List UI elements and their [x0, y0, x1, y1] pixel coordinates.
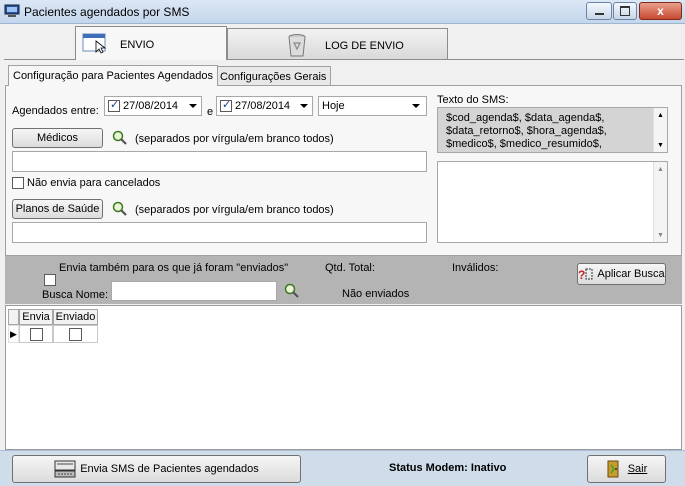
- sms-tags-line: $cod_agenda$, $data_agenda$,: [446, 112, 605, 124]
- status-modem: Status Modem: Inativo: [389, 462, 507, 474]
- search-icon[interactable]: [111, 129, 129, 147]
- table-cell-enviado[interactable]: [53, 325, 98, 343]
- sms-tags-text: $cod_agenda$, $data_agenda$, $data_retor…: [446, 112, 607, 151]
- date-from-picker[interactable]: 27/08/2014: [104, 96, 202, 116]
- date-to-checkbox[interactable]: [220, 98, 232, 112]
- nao-enviados-label: Não enviados: [342, 288, 410, 300]
- chevron-down-icon: [412, 104, 420, 108]
- subtab-configuracao-agendados[interactable]: Configuração para Pacientes Agendados: [8, 65, 218, 86]
- search-icon[interactable]: [283, 282, 301, 300]
- patients-grid[interactable]: Envia Enviado ▶: [5, 305, 682, 450]
- tab-envio[interactable]: ENVIO: [75, 26, 227, 60]
- column-header-envia[interactable]: Envia: [19, 309, 53, 325]
- texto-sms-label: Texto do SMS:: [437, 94, 509, 106]
- row-pointer-icon: ▶: [10, 328, 17, 339]
- date-to-value: 27/08/2014: [235, 100, 291, 112]
- period-value: Hoje: [322, 100, 345, 112]
- column-header-enviado[interactable]: Enviado: [53, 309, 98, 325]
- subtab-configuracoes-gerais[interactable]: Configurações Gerais: [215, 66, 332, 86]
- planos-hint: (separados por vírgula/em branco todos): [135, 204, 334, 216]
- subtab-gerais-label: Configurações Gerais: [220, 70, 327, 83]
- app-icon: [4, 4, 20, 17]
- date-from-checkbox[interactable]: [108, 98, 120, 112]
- scroll-down-icon: ▼: [657, 142, 664, 149]
- sms-message-input[interactable]: ▲ ▼: [437, 161, 668, 243]
- period-select[interactable]: Hoje: [318, 96, 427, 116]
- tab-log-label: LOG DE ENVIO: [325, 40, 404, 52]
- envia-sms-button[interactable]: Envia SMS de Pacientes agendados: [12, 455, 301, 483]
- sms-tags-scrollbar[interactable]: ▲ ▼: [653, 108, 667, 152]
- search-icon[interactable]: [111, 200, 129, 218]
- medicos-button[interactable]: Médicos: [12, 128, 103, 148]
- chevron-down-icon: [300, 104, 308, 108]
- exit-door-icon: [607, 460, 619, 478]
- sair-label: Sair: [627, 463, 648, 475]
- envia-tambem-label: Envia também para os que já foram "envia…: [59, 262, 289, 274]
- minimize-button[interactable]: [586, 2, 612, 20]
- envia-tambem-checkbox[interactable]: [44, 274, 56, 286]
- scroll-up-icon: ▲: [657, 112, 664, 119]
- envia-checkbox[interactable]: [29, 327, 43, 341]
- tab-log-de-envio[interactable]: LOG DE ENVIO: [227, 28, 448, 60]
- medicos-input[interactable]: [12, 151, 427, 172]
- planos-input[interactable]: [12, 222, 427, 243]
- column-header-label: Enviado: [55, 311, 96, 323]
- agendados-entre-label: Agendados entre:: [12, 105, 99, 117]
- trash-icon: [288, 34, 306, 57]
- aplicar-busca-button[interactable]: ? Aplicar Busca: [577, 263, 666, 285]
- sair-button[interactable]: Sair: [587, 455, 666, 483]
- close-icon: x: [657, 4, 664, 18]
- table-cell-envia[interactable]: [19, 325, 53, 343]
- medicos-button-label: Médicos: [37, 132, 78, 144]
- chevron-down-icon: [189, 104, 197, 108]
- help-search-icon: ?: [578, 268, 593, 281]
- sms-tags-box[interactable]: $cod_agenda$, $data_agenda$, $data_retor…: [437, 107, 668, 153]
- minimize-icon: [594, 13, 604, 15]
- scroll-up-icon: ▲: [657, 166, 664, 173]
- tab-envio-label: ENVIO: [120, 39, 155, 51]
- maximize-icon: [620, 6, 630, 16]
- invalidos-label: Inválidos:: [452, 262, 499, 274]
- keyboard-icon: [54, 460, 76, 478]
- maximize-button[interactable]: [613, 2, 637, 20]
- and-label: e: [207, 106, 214, 118]
- svg-text:?: ?: [578, 268, 585, 281]
- medicos-hint: (separados por vírgula/em branco todos): [135, 133, 334, 145]
- nao-envia-cancelados-label: Não envia para cancelados: [27, 177, 161, 189]
- title-bar[interactable]: Pacientes agendados por SMS x: [0, 0, 685, 24]
- nao-envia-cancelados-checkbox[interactable]: [12, 177, 24, 189]
- date-to-picker[interactable]: 27/08/2014: [216, 96, 313, 116]
- window-title: Pacientes agendados por SMS: [24, 5, 190, 19]
- sms-tags-line: $data_retorno$, $hora_agenda$,: [446, 125, 607, 137]
- qtd-total-label: Qtd. Total:: [325, 262, 375, 274]
- column-header-label: Envia: [22, 311, 50, 323]
- sms-tags-line: $medico$, $medico_resumido$,: [446, 138, 602, 150]
- busca-nome-label: Busca Nome:: [42, 289, 109, 301]
- busca-nome-input[interactable]: [111, 281, 277, 301]
- envio-icon: [82, 33, 107, 54]
- aplicar-busca-label: Aplicar Busca: [597, 268, 665, 280]
- enviado-checkbox[interactable]: [69, 327, 82, 341]
- sms-message-scrollbar[interactable]: ▲ ▼: [653, 162, 667, 242]
- date-from-value: 27/08/2014: [123, 100, 179, 112]
- row-indicator: ▶: [8, 325, 19, 343]
- scroll-down-icon: ▼: [657, 232, 664, 239]
- grid-corner: [8, 309, 19, 325]
- planos-button-label: Planos de Saúde: [15, 203, 100, 215]
- subtab-config-label: Configuração para Pacientes Agendados: [13, 70, 213, 82]
- planos-de-saude-button[interactable]: Planos de Saúde: [12, 199, 103, 219]
- close-button[interactable]: x: [639, 2, 682, 20]
- envia-sms-label: Envia SMS de Pacientes agendados: [80, 463, 259, 475]
